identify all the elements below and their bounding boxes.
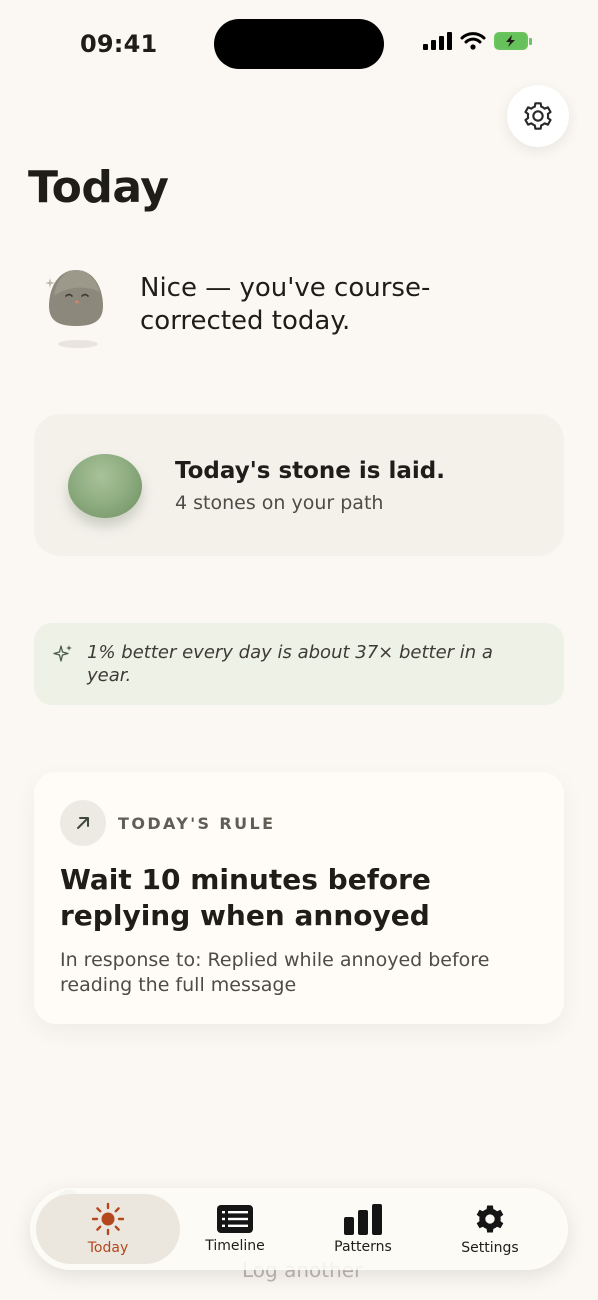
- gear-icon: [524, 102, 552, 130]
- greeting-message: Nice — you've course-corrected today.: [140, 273, 431, 336]
- stone-card[interactable]: Today's stone is laid. 4 stones on your …: [34, 414, 564, 556]
- list-icon: [217, 1205, 253, 1233]
- dynamic-island: [214, 19, 384, 69]
- stone-title: Today's stone is laid.: [175, 458, 445, 484]
- tab-patterns[interactable]: Patterns: [308, 1188, 418, 1270]
- status-time: 09:41: [80, 30, 158, 58]
- battery-icon: [494, 32, 532, 50]
- quote-text: 1% better every day is about 37× better …: [87, 642, 493, 686]
- gear-icon: [476, 1205, 504, 1233]
- wifi-icon: [460, 32, 486, 50]
- rule-response: In response to: Replied while annoyed be…: [60, 949, 490, 996]
- stone-icon: [68, 454, 142, 518]
- sparkle-icon: [53, 645, 72, 662]
- tab-label: Patterns: [334, 1239, 392, 1255]
- tab-label: Timeline: [205, 1238, 265, 1254]
- stone-mascot-icon: [45, 270, 103, 348]
- page-title: Today: [28, 162, 169, 213]
- tab-label: Settings: [461, 1240, 519, 1256]
- tab-timeline[interactable]: Timeline: [180, 1188, 290, 1270]
- tab-label: Today: [87, 1240, 129, 1256]
- quote-card: 1% better every day is about 37× better …: [34, 623, 564, 705]
- settings-button[interactable]: [507, 85, 569, 147]
- sun-icon: [91, 1202, 125, 1236]
- bar-chart-icon: [344, 1204, 382, 1235]
- tab-bar: Today Timeline Patterns Settings: [30, 1188, 568, 1270]
- arrow-up-right-icon: [77, 817, 89, 829]
- signal-icon: [423, 32, 452, 50]
- tab-settings[interactable]: Settings: [435, 1188, 545, 1270]
- rule-card[interactable]: TODAY'S RULE Wait 10 minutes before repl…: [34, 772, 564, 1024]
- stone-count: 4 stones on your path: [175, 492, 384, 514]
- status-icons: [422, 31, 532, 51]
- rule-icon-badge: [60, 800, 106, 846]
- rule-title: Wait 10 minutes before replying when ann…: [60, 863, 431, 932]
- rule-label: TODAY'S RULE: [118, 814, 276, 833]
- tab-today[interactable]: Today: [36, 1188, 180, 1270]
